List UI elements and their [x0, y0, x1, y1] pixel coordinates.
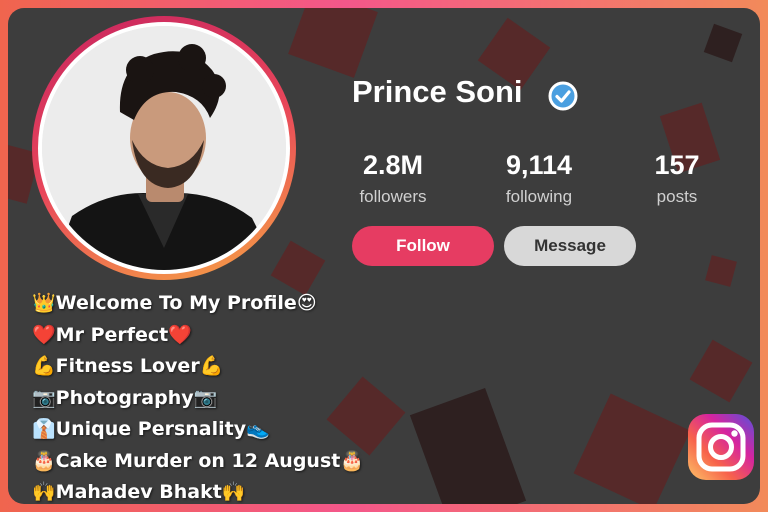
- stat-following[interactable]: 9,114 following: [492, 150, 586, 207]
- avatar-border: [38, 22, 290, 274]
- heart-icon: ❤️: [32, 323, 56, 346]
- shirt-tie-icon: 👔: [32, 418, 56, 440]
- background-shape: [409, 387, 527, 504]
- birthday-cake-icon: 🎂: [340, 449, 365, 472]
- avatar-image: [42, 26, 286, 270]
- bio-line: 👑 Welcome To My Profile 😍: [32, 288, 364, 320]
- bio-text: Fitness Lover: [55, 355, 200, 377]
- stat-followers[interactable]: 2.8M followers: [352, 150, 434, 207]
- flexed-biceps-icon: 💪: [199, 355, 224, 377]
- sneaker-icon: 👟: [246, 418, 270, 440]
- bio-line: 🙌 Mahadev Bhakt 🙌: [32, 477, 364, 504]
- background-shape: [689, 339, 753, 403]
- background-shape: [573, 393, 691, 504]
- following-label: following: [505, 187, 573, 206]
- bio-line: 🎂 Cake Murder on 12 August 🎂: [32, 446, 364, 478]
- bio-text: Photography: [55, 386, 194, 409]
- camera-icon: 📷: [193, 386, 218, 409]
- raised-hands-icon: 🙌: [32, 481, 56, 503]
- raised-hands-icon: 🙌: [221, 481, 246, 503]
- bio-line: 📷 Photography 📷: [32, 383, 364, 415]
- profile-card: Prince Soni 2.8M followers 9,114 followi…: [8, 8, 760, 504]
- avatar-ring[interactable]: [32, 16, 296, 280]
- background-shape: [703, 23, 743, 63]
- heart-eyes-icon: 😍: [296, 292, 317, 314]
- posts-count: 157: [654, 150, 700, 180]
- heart-icon: ❤️: [168, 323, 192, 346]
- instagram-icon[interactable]: [686, 412, 756, 482]
- bio-text: Mahadev Bhakt: [55, 481, 222, 503]
- verified-badge-icon: [548, 81, 578, 111]
- bio-text: Welcome To My Profile: [55, 292, 297, 314]
- flexed-biceps-icon: 💪: [32, 355, 56, 377]
- birthday-cake-icon: 🎂: [32, 449, 56, 472]
- followers-count: 2.8M: [362, 150, 424, 180]
- bio-line: 👔 Unique Persnality 👟: [32, 414, 364, 446]
- bio-text: Cake Murder on 12 August: [55, 449, 341, 472]
- follow-button[interactable]: Follow: [352, 226, 494, 266]
- profile-name: Prince Soni: [352, 74, 523, 109]
- camera-icon: 📷: [32, 386, 56, 409]
- following-count: 9,114: [505, 150, 573, 180]
- background-shape: [705, 255, 737, 287]
- background-shape: [288, 8, 378, 78]
- bio-text: Mr Perfect: [55, 323, 169, 346]
- posts-label: posts: [656, 187, 698, 206]
- message-button[interactable]: Message: [504, 226, 636, 266]
- bio-text: Unique Persnality: [55, 418, 247, 440]
- crown-icon: 👑: [32, 292, 56, 314]
- bio-line: 💪 Fitness Lover 💪: [32, 351, 364, 383]
- stat-posts[interactable]: 157 posts: [648, 150, 706, 207]
- bio: 👑 Welcome To My Profile 😍 ❤️ Mr Perfect ❤️ …: [32, 288, 364, 504]
- avatar[interactable]: [42, 26, 286, 270]
- followers-label: followers: [359, 187, 427, 206]
- bio-line: ❤️ Mr Perfect ❤️: [32, 320, 364, 352]
